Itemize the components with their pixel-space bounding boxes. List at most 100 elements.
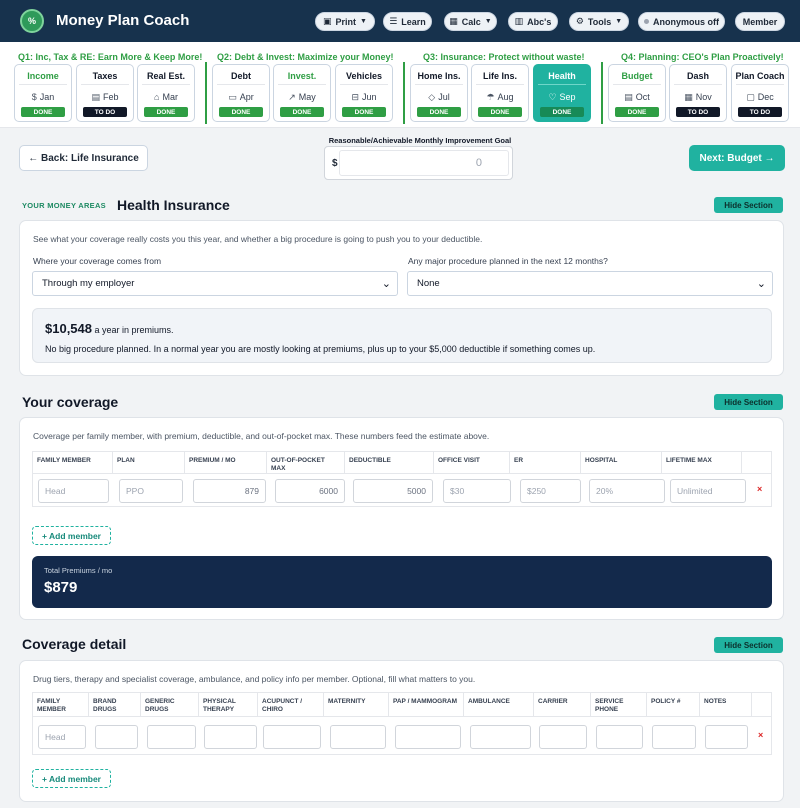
column-header: DEDUCTIBLE	[345, 452, 434, 473]
shield-icon: ◇	[428, 92, 436, 102]
month-card-aug[interactable]: Life Ins. ☂ Aug DONE	[471, 64, 529, 122]
month-card-jan[interactable]: Income $ Jan DONE	[14, 64, 72, 122]
add-detail-member-button[interactable]: + Add member	[32, 769, 111, 788]
maternity-input[interactable]	[330, 725, 386, 749]
column-header: SERVICE PHONE	[591, 693, 647, 716]
service-phone-input[interactable]	[596, 725, 643, 749]
column-header: PREMIUM / MO	[185, 452, 267, 473]
chevron-down-icon: ⌄	[756, 278, 766, 290]
hide-detail-section-button[interactable]: Hide Section	[714, 637, 783, 653]
card-divider	[415, 84, 463, 85]
month-card-may[interactable]: Invest. ↗ May DONE	[273, 64, 331, 122]
goal-label: Reasonable/Achievable Monthly Improvemen…	[328, 136, 512, 145]
month-card-jul[interactable]: Home Ins. ◇ Jul DONE	[410, 64, 468, 122]
month-card-oct[interactable]: Budget ▤ Oct DONE	[608, 64, 666, 122]
oop-max-input[interactable]: 6000	[275, 479, 345, 503]
month-card-feb[interactable]: Taxes ▤ Feb TO DO	[76, 64, 134, 122]
hide-health-section-button[interactable]: Hide Section	[714, 197, 783, 213]
quarter-strip: Q1: Inc, Tax & RE: Earn More & Keep More…	[0, 42, 800, 128]
month-card-jun[interactable]: Vehicles ⊟ Jun DONE	[335, 64, 393, 122]
plan-input[interactable]: PPO	[119, 479, 183, 503]
section-eyebrow: YOUR MONEY AREAS	[22, 201, 106, 210]
detail-member-input[interactable]: Head	[38, 725, 86, 749]
month-card-title: Budget	[621, 71, 653, 81]
status-badge: TO DO	[676, 107, 720, 117]
member-button[interactable]: Member	[735, 12, 785, 31]
month-card-apr[interactable]: Debt ▭ Apr DONE	[212, 64, 270, 122]
lifetime-max-input[interactable]: Unlimited	[670, 479, 746, 503]
status-badge: DONE	[417, 107, 461, 117]
coverage-source-select[interactable]: Through my employer ⌄	[32, 271, 398, 296]
physical-therapy-input[interactable]	[204, 725, 257, 749]
learn-button[interactable]: ☰ Learn	[383, 12, 432, 31]
next-button[interactable]: Next: Budget →	[689, 145, 785, 171]
tools-button[interactable]: ⚙ Tools ▼	[569, 12, 629, 31]
status-badge: DONE	[342, 107, 386, 117]
hospital-input[interactable]: 20%	[589, 479, 665, 503]
calculator-icon: ▦	[449, 16, 458, 26]
column-header: OUT-OF-POCKET MAX	[267, 452, 345, 473]
total-premiums-card: Total Premiums / mo $879	[32, 556, 772, 608]
month-card-month: $ Jan	[31, 92, 55, 102]
column-header: AMBULANCE	[464, 693, 534, 716]
month-card-dec[interactable]: Plan Coach ▢ Dec TO DO	[731, 64, 789, 122]
health-description: See what your coverage really costs you …	[33, 234, 483, 244]
logo-icon[interactable]: %	[20, 9, 44, 33]
office-visit-input[interactable]: $30	[443, 479, 511, 503]
month-card-title: Plan Coach	[735, 71, 785, 81]
hide-coverage-section-button[interactable]: Hide Section	[714, 394, 783, 410]
document-icon: ▤	[624, 92, 633, 102]
brand-title[interactable]: Money Plan Coach	[56, 12, 189, 29]
print-icon: ▣	[323, 16, 332, 26]
delete-row-icon[interactable]: ×	[758, 730, 763, 740]
quarter-divider	[403, 62, 405, 124]
generic-drugs-input[interactable]	[147, 725, 196, 749]
notes-input[interactable]	[705, 725, 748, 749]
goal-input[interactable]: 0	[339, 150, 509, 176]
acupunct-chiro-input[interactable]	[263, 725, 321, 749]
card-divider	[217, 84, 265, 85]
column-header: PAP / MAMMOGRAM	[389, 693, 464, 716]
carrier-input[interactable]	[539, 725, 587, 749]
calc-button[interactable]: ▦ Calc ▼	[444, 12, 497, 31]
status-badge: DONE	[144, 107, 188, 117]
brand-drugs-input[interactable]	[95, 725, 138, 749]
policy-number-input[interactable]	[652, 725, 696, 749]
list-icon: ☰	[389, 16, 398, 26]
ambulance-input[interactable]	[470, 725, 531, 749]
month-card-title: Real Est.	[146, 71, 186, 81]
health-section-title: Health Insurance	[117, 197, 230, 213]
abcs-button[interactable]: ▥ Abc's	[508, 12, 558, 31]
delete-row-icon[interactable]: ×	[757, 484, 762, 494]
back-button[interactable]: ← Back: Life Insurance	[19, 145, 148, 171]
month-card-nov[interactable]: Dash ▦ Nov TO DO	[669, 64, 727, 122]
premium-input[interactable]: 879	[193, 479, 266, 503]
status-badge: DONE	[219, 107, 263, 117]
coverage-table: FAMILY MEMBER PLAN PREMIUM / MO OUT-OF-P…	[32, 451, 772, 507]
print-button[interactable]: ▣ Print ▼	[315, 12, 375, 31]
month-card-title: Taxes	[92, 71, 118, 81]
house-icon: ⌂	[154, 92, 160, 102]
detail-table: FAMILY MEMBER BRAND DRUGS GENERIC DRUGS …	[32, 692, 772, 755]
book-icon: ▥	[514, 16, 524, 26]
column-header: PHYSICAL THERAPY	[199, 693, 258, 716]
anonymous-toggle[interactable]: Anonymous off	[638, 12, 725, 31]
quarter-divider	[601, 62, 603, 124]
column-header: BRAND DRUGS	[89, 693, 141, 716]
add-member-button[interactable]: + Add member	[32, 526, 111, 545]
chart-line-icon: ↗	[288, 92, 296, 102]
member-input[interactable]: Head	[38, 479, 109, 503]
er-input[interactable]: $250	[520, 479, 581, 503]
deductible-input[interactable]: 5000	[353, 479, 433, 503]
total-premiums-value: $879	[44, 579, 78, 596]
status-badge: DONE	[280, 107, 324, 117]
procedure-select[interactable]: None ⌄	[407, 271, 773, 296]
card-divider	[278, 84, 326, 85]
pap-mammogram-input[interactable]	[395, 725, 461, 749]
month-card-mar[interactable]: Real Est. ⌂ Mar DONE	[137, 64, 195, 122]
health-panel: See what your coverage really costs you …	[19, 220, 784, 376]
chevron-down-icon: ▼	[360, 18, 367, 25]
month-card-sep[interactable]: Health ♡ Sep DONE	[533, 64, 591, 122]
month-card-month: ▤ Feb	[91, 92, 119, 102]
month-card-month: ☂ Aug	[486, 92, 514, 102]
